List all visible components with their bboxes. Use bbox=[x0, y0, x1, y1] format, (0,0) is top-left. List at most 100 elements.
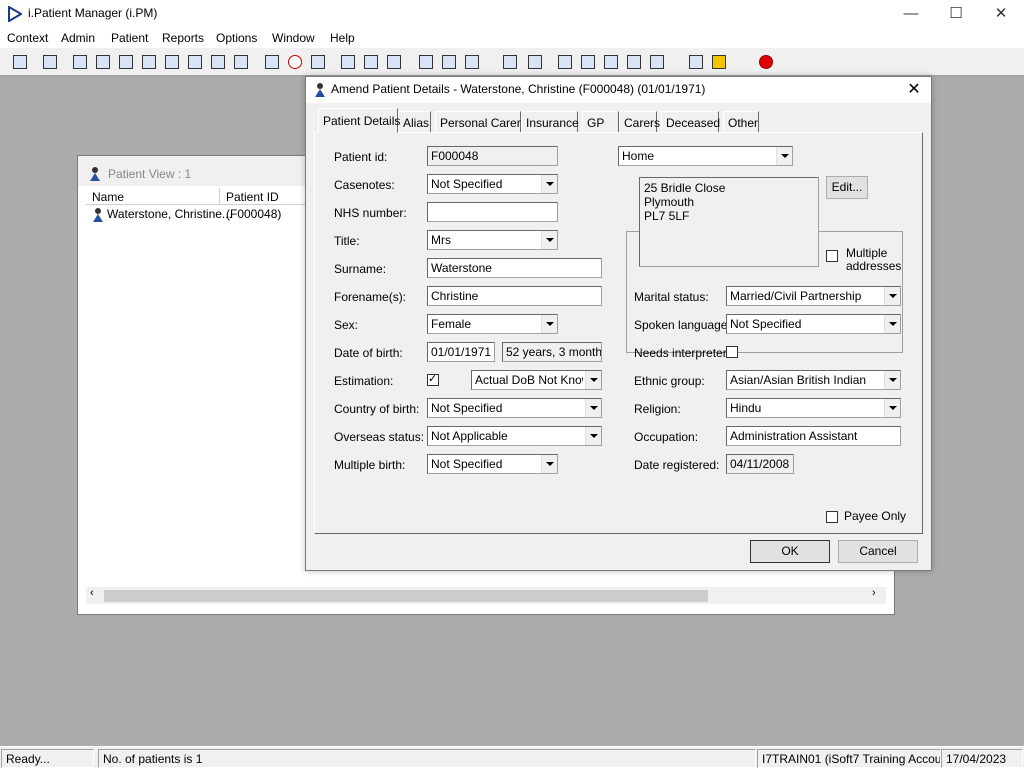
home-edit-toolbar-button[interactable] bbox=[93, 52, 113, 72]
close-button[interactable]: ✕ bbox=[978, 0, 1024, 28]
chevron-down-icon[interactable] bbox=[585, 427, 601, 445]
dialog-titlebar[interactable]: Amend Patient Details - Waterstone, Chri… bbox=[306, 77, 931, 103]
tab-patient-details[interactable]: Patient Details bbox=[318, 108, 400, 133]
notes-toolbar-button[interactable] bbox=[185, 52, 205, 72]
tab-alias[interactable]: Alias bbox=[398, 111, 431, 133]
chevron-down-icon[interactable] bbox=[884, 371, 900, 389]
casenotes-dropdown[interactable]: Not Specified bbox=[427, 174, 558, 194]
printer-toolbar-button[interactable] bbox=[40, 52, 60, 72]
nhs-number-input[interactable] bbox=[427, 202, 558, 222]
nurse-toolbar-button[interactable] bbox=[462, 52, 482, 72]
bar-chart-toolbar-button[interactable] bbox=[525, 52, 545, 72]
chevron-down-icon[interactable] bbox=[776, 147, 792, 165]
date-of-birth-input[interactable]: 01/01/1971 bbox=[427, 342, 495, 362]
gear-toolbar-button[interactable] bbox=[555, 52, 575, 72]
religion-dropdown[interactable]: Hindu bbox=[726, 398, 901, 418]
chevron-down-icon[interactable] bbox=[585, 399, 601, 417]
monitor-toolbar-button[interactable] bbox=[308, 52, 328, 72]
overseas-status-dropdown[interactable]: Not Applicable bbox=[427, 426, 602, 446]
multiple-birth-dropdown[interactable]: Not Specified bbox=[427, 454, 558, 474]
address-scrollbar[interactable] bbox=[804, 178, 818, 266]
column-header-patient-id[interactable]: Patient ID bbox=[220, 188, 310, 205]
transfer-toolbar-button[interactable] bbox=[686, 52, 706, 72]
cancel-button[interactable]: Cancel bbox=[838, 540, 918, 563]
tab-carers[interactable]: Carers bbox=[619, 111, 660, 133]
chat-toolbar-button[interactable] bbox=[361, 52, 381, 72]
address-line: 25 Bridle Close bbox=[644, 181, 726, 195]
green-down-toolbar-button[interactable] bbox=[624, 52, 644, 72]
menu-window[interactable]: Window bbox=[272, 31, 315, 45]
car-toolbar-button[interactable] bbox=[208, 52, 228, 72]
circle-toolbar-button[interactable] bbox=[384, 52, 404, 72]
m-toolbar-button[interactable] bbox=[139, 52, 159, 72]
ethnic-group-dropdown[interactable]: Asian/Asian British Indian bbox=[726, 370, 901, 390]
search-doc-toolbar-button[interactable] bbox=[262, 52, 282, 72]
menu-reports[interactable]: Reports bbox=[162, 31, 204, 45]
chevron-down-icon[interactable] bbox=[884, 399, 900, 417]
chevron-down-icon[interactable] bbox=[585, 371, 601, 389]
dialog-close-button[interactable]: ✕ bbox=[902, 79, 926, 101]
payee-only-checkbox[interactable] bbox=[826, 511, 838, 523]
country-of-birth-dropdown[interactable]: Not Specified bbox=[427, 398, 602, 418]
warning-toolbar-button[interactable] bbox=[709, 52, 729, 72]
chevron-down-icon[interactable] bbox=[541, 231, 557, 249]
multiple-addresses-checkbox[interactable] bbox=[826, 250, 838, 262]
down-arrows-toolbar-button[interactable] bbox=[578, 52, 598, 72]
car2-toolbar-button[interactable] bbox=[231, 52, 251, 72]
image-toolbar-button[interactable] bbox=[338, 52, 358, 72]
menu-patient[interactable]: Patient bbox=[111, 31, 148, 45]
needs-interpreter-checkbox[interactable] bbox=[726, 346, 738, 358]
sex-dropdown[interactable]: Female bbox=[427, 314, 558, 334]
folder-toolbar-button[interactable] bbox=[416, 52, 436, 72]
estimation-dropdown[interactable]: Actual DoB Not Known bbox=[471, 370, 602, 390]
address-type-dropdown[interactable]: Home bbox=[618, 146, 793, 166]
title-dropdown[interactable]: Mrs bbox=[427, 230, 558, 250]
tab-deceased[interactable]: Deceased bbox=[661, 111, 720, 133]
bed-toolbar-button[interactable] bbox=[439, 52, 459, 72]
app-title: i.Patient Manager (i.PM) bbox=[28, 6, 158, 20]
tab-other[interactable]: Other bbox=[723, 111, 759, 133]
marital-status-dropdown[interactable]: Married/Civil Partnership bbox=[726, 286, 901, 306]
tab-insurance[interactable]: Insurance bbox=[521, 111, 579, 133]
estimation-checkbox[interactable] bbox=[427, 372, 439, 386]
minimize-button[interactable]: — bbox=[888, 0, 934, 28]
green-check-toolbar-button[interactable] bbox=[647, 52, 667, 72]
ok-button[interactable]: OK bbox=[750, 540, 830, 563]
scrollbar-thumb[interactable] bbox=[104, 590, 708, 602]
scroll-left-icon[interactable]: ‹ bbox=[90, 587, 94, 599]
label-payee-only: Payee Only bbox=[844, 509, 907, 523]
column-header-name[interactable]: Name bbox=[86, 188, 220, 205]
patient-icon bbox=[90, 167, 100, 181]
menu-help[interactable]: Help bbox=[330, 31, 355, 45]
book-toolbar-button[interactable] bbox=[70, 52, 90, 72]
edit-address-button[interactable]: Edit... bbox=[826, 176, 868, 199]
date-registered-field: 04/11/2008 bbox=[726, 454, 794, 474]
clock-toolbar-button[interactable] bbox=[285, 52, 305, 72]
scroll-right-icon[interactable]: › bbox=[872, 587, 876, 599]
exit-toolbar-button[interactable] bbox=[756, 52, 776, 72]
funnel-toolbar-button[interactable] bbox=[601, 52, 621, 72]
label-marital-status: Marital status: bbox=[634, 290, 709, 304]
forenames-input[interactable]: Christine bbox=[427, 286, 602, 306]
address-line: PL7 5LF bbox=[644, 209, 690, 223]
menu-context[interactable]: Context bbox=[7, 31, 48, 45]
chevron-down-icon[interactable] bbox=[541, 315, 557, 333]
menu-admin[interactable]: Admin bbox=[61, 31, 95, 45]
chevron-down-icon[interactable] bbox=[541, 455, 557, 473]
maximize-button[interactable]: ☐ bbox=[933, 0, 979, 28]
chevron-down-icon[interactable] bbox=[541, 175, 557, 193]
document-toolbar-button[interactable] bbox=[500, 52, 520, 72]
patient-toolbar-button[interactable] bbox=[10, 52, 30, 72]
chevron-down-icon[interactable] bbox=[884, 315, 900, 333]
person-green-toolbar-button[interactable] bbox=[162, 52, 182, 72]
chevron-down-icon[interactable] bbox=[884, 287, 900, 305]
surname-input[interactable]: Waterstone bbox=[427, 258, 602, 278]
spoken-language-dropdown[interactable]: Not Specified bbox=[726, 314, 901, 334]
menu-options[interactable]: Options bbox=[216, 31, 257, 45]
tab-gp[interactable]: GP bbox=[582, 111, 619, 133]
title-bar: i.Patient Manager (i.PM) — ☐ ✕ bbox=[0, 0, 1024, 28]
tab-personal-carers[interactable]: Personal Carers bbox=[435, 111, 527, 133]
id-card-toolbar-button[interactable] bbox=[116, 52, 136, 72]
horizontal-scrollbar[interactable]: ‹ › bbox=[86, 587, 886, 604]
occupation-input[interactable]: Administration Assistant bbox=[726, 426, 901, 446]
